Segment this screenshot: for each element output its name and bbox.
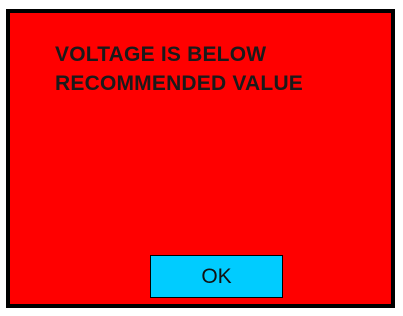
voltage-warning-dialog: VOLTAGE IS BELOW RECOMMENDED VALUE OK — [6, 9, 395, 308]
warning-message-line-1: VOLTAGE IS BELOW — [55, 43, 267, 66]
warning-message-line-2: RECOMMENDED VALUE — [55, 72, 304, 95]
ok-button[interactable]: OK — [150, 255, 283, 298]
warning-message: VOLTAGE IS BELOW RECOMMENDED VALUE — [55, 40, 303, 98]
